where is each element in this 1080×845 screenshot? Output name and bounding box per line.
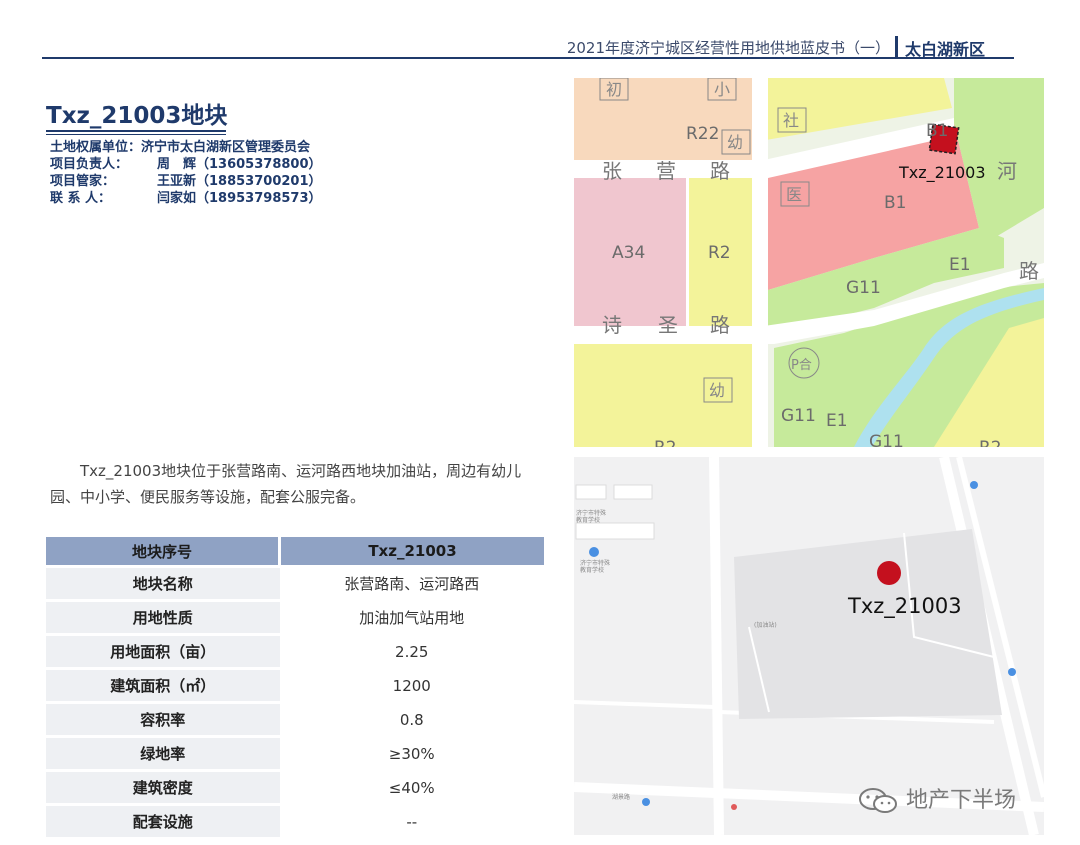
parcel-label: Txz_21003 xyxy=(898,163,986,183)
table-header-value: Txz_21003 xyxy=(278,537,544,568)
header-rule xyxy=(42,57,1014,59)
table-row: 用地面积（亩） 2.25 xyxy=(46,634,544,670)
road-label: 路 xyxy=(1019,259,1039,283)
table-row: 用地性质 加油加气站用地 xyxy=(46,600,544,636)
svg-text:济宁市特殊: 济宁市特殊 xyxy=(576,509,606,517)
parking-symbol: P合 xyxy=(791,358,812,373)
school-symbol: 小 xyxy=(714,80,730,99)
location-map: 济宁市特殊 教育学校 济宁市特殊 教育学校 湖景路 (加油站) Txz_2100… xyxy=(574,457,1044,835)
table-row: 地块名称 张营路南、运河路西 xyxy=(46,566,544,602)
info-row-owner: 土地权属单位：济宁市太白湖新区管理委员会 xyxy=(50,140,311,155)
title-underline-thin xyxy=(46,134,226,135)
table-header-key: 地块序号 xyxy=(46,537,280,568)
zone-label: B1 xyxy=(926,121,948,141)
kindergarten-symbol: 幼 xyxy=(709,381,725,400)
land-use-planning-map: R22 B1 A34 R2 G11 E1 G11 E1 G11 R2 R2 B1… xyxy=(574,78,1044,447)
svg-text:(加油站): (加油站) xyxy=(754,621,777,629)
school-symbol: 初 xyxy=(606,80,622,99)
info-row-steward: 项目管家： 王亚新（18853700201） xyxy=(50,174,322,189)
zone-label: G11 xyxy=(781,406,816,426)
zone-label: G11 xyxy=(846,278,881,298)
svg-text:湖景路: 湖景路 xyxy=(612,793,630,801)
zone-label: R2 xyxy=(708,243,731,263)
watermark-text: 地产下半场 xyxy=(906,788,1017,813)
road-label: 营 xyxy=(656,159,676,183)
zone-label: R22 xyxy=(686,124,719,144)
table-row: 建筑密度 ≤40% xyxy=(46,770,544,806)
contact-info: 土地权属单位：济宁市太白湖新区管理委员会 项目负责人：周 辉（136053788… xyxy=(50,139,322,207)
table-row: 绿地率 ≥30% xyxy=(46,736,544,772)
zone-label: E1 xyxy=(826,411,848,431)
zone-label: G11 xyxy=(869,432,904,447)
parcel-title: Txz_21003地块 xyxy=(46,103,228,129)
zone-label: B1 xyxy=(884,193,906,213)
location-marker xyxy=(877,561,901,585)
road-label: 诗 xyxy=(602,313,622,337)
zone-label: E1 xyxy=(949,255,971,275)
svg-text:济宁市特殊: 济宁市特殊 xyxy=(580,559,610,567)
svg-text:教育学校: 教育学校 xyxy=(580,566,604,574)
table-row: 容积率 0.8 xyxy=(46,702,544,738)
location-marker-label: Txz_21003 xyxy=(847,594,962,619)
road-label: 张 xyxy=(602,159,622,183)
wechat-icon xyxy=(859,788,897,813)
header-divider xyxy=(895,36,898,58)
page-header: 2021年度济宁城区经营性用地供地蓝皮书（一） 太白湖新区 xyxy=(0,36,1080,59)
info-row-contact: 联 系 人： 闫家如（18953798573） xyxy=(50,191,322,206)
parcel-spec-table: 地块序号 Txz_21003 地块名称 张营路南、运河路西 用地性质 加油加气站用地… xyxy=(46,537,544,840)
zone-label: R2 xyxy=(654,438,677,447)
kindergarten-symbol: 幼 xyxy=(727,133,743,152)
title-underline xyxy=(46,130,226,132)
road-label: 圣 xyxy=(658,313,678,337)
watermark: 地产下半场 xyxy=(858,782,1016,815)
report-subtitle: 2021年度济宁城区经营性用地供地蓝皮书（一） xyxy=(566,39,890,57)
zone-label: A34 xyxy=(612,243,645,263)
zone-label: R2 xyxy=(979,438,1002,447)
svg-text:教育学校: 教育学校 xyxy=(576,516,600,524)
parcel-description: Txz_21003地块位于张营路南、运河路西地块加油站，周边有幼儿园、中小学、便… xyxy=(50,462,522,506)
road-label: 路 xyxy=(710,313,730,337)
community-symbol: 社 xyxy=(783,111,799,130)
table-row: 建筑面积（㎡） 1200 xyxy=(46,668,544,704)
road-label: 路 xyxy=(710,159,730,183)
road-label: 河 xyxy=(997,159,1017,183)
clinic-symbol: 医 xyxy=(786,185,802,204)
table-row: 配套设施 -- xyxy=(46,804,544,840)
table-header-row: 地块序号 Txz_21003 xyxy=(46,537,544,568)
info-row-manager: 项目负责人：周 辉（13605378800） xyxy=(50,157,322,172)
